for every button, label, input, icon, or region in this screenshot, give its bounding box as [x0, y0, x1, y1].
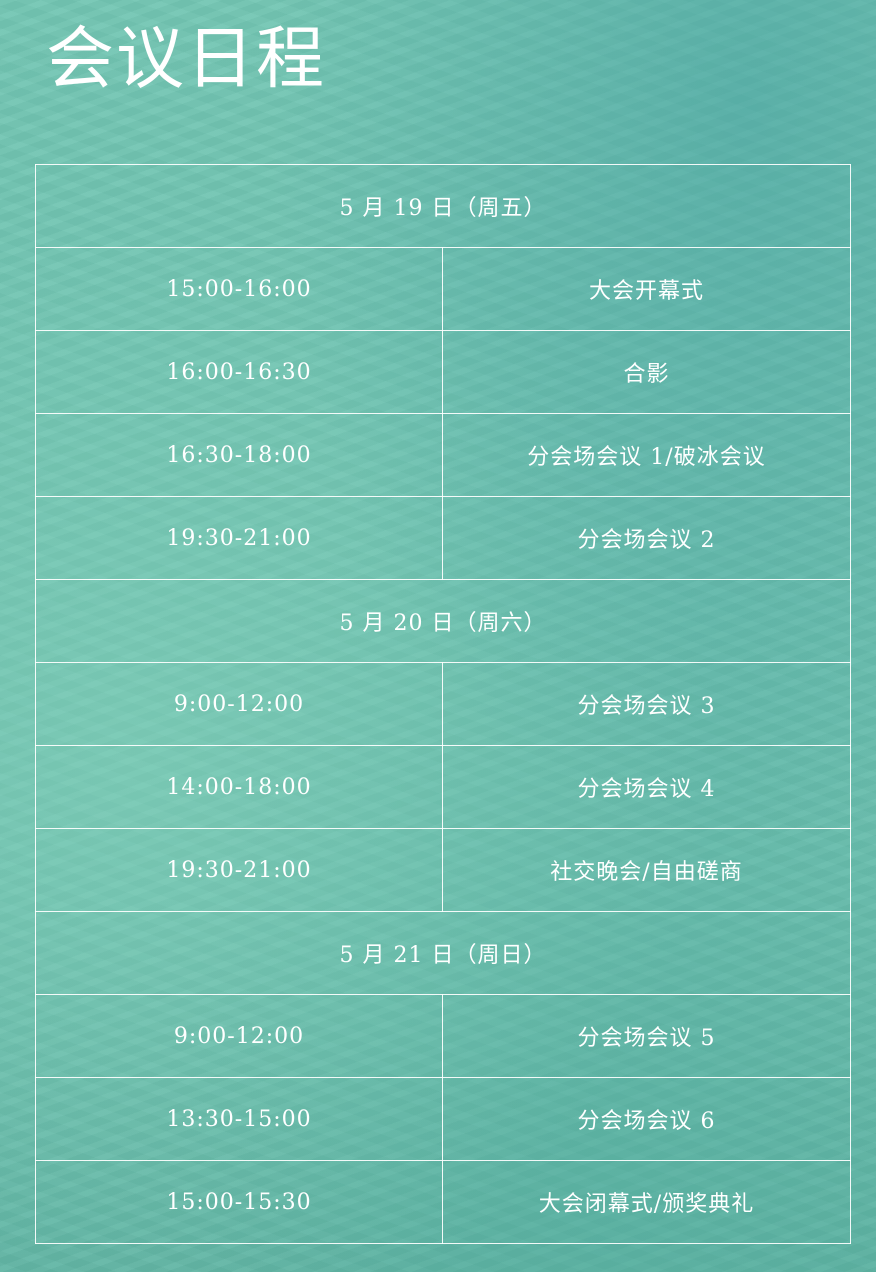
session-row: 16:00-16:30 合影	[35, 330, 852, 414]
session-time: 14:00-18:00	[35, 745, 443, 829]
session-row: 16:30-18:00 分会场会议 1/破冰会议	[35, 413, 852, 497]
session-time: 16:30-18:00	[35, 413, 443, 497]
session-time: 19:30-21:00	[35, 828, 443, 912]
session-time: 15:00-16:00	[35, 247, 443, 331]
session-row: 14:00-18:00 分会场会议 4	[35, 745, 852, 829]
session-row: 15:00-15:30 大会闭幕式/颁奖典礼	[35, 1160, 852, 1244]
session-row: 19:30-21:00 社交晚会/自由磋商	[35, 828, 852, 912]
day-header: 5 月 21 日（周日）	[34, 911, 852, 995]
session-row: 13:30-15:00 分会场会议 6	[35, 1077, 852, 1161]
session-event: 分会场会议 1/破冰会议	[441, 413, 852, 497]
session-event: 分会场会议 4	[441, 745, 852, 829]
session-row: 9:00-12:00 分会场会议 3	[35, 662, 852, 746]
session-time: 9:00-12:00	[35, 662, 443, 746]
session-event: 大会闭幕式/颁奖典礼	[441, 1160, 852, 1244]
session-time: 13:30-15:00	[35, 1077, 443, 1161]
day-header: 5 月 19 日（周五）	[34, 164, 852, 248]
session-time: 19:30-21:00	[35, 496, 443, 580]
day-header-row: 5 月 20 日（周六）	[34, 579, 852, 663]
page-title: 会议日程	[46, 20, 327, 99]
session-event: 分会场会议 5	[441, 994, 852, 1078]
session-event: 分会场会议 2	[441, 496, 852, 580]
day-header-row: 5 月 19 日（周五）	[34, 164, 852, 248]
day-header-row: 5 月 21 日（周日）	[34, 911, 852, 995]
session-time: 16:00-16:30	[35, 330, 443, 414]
session-time: 9:00-12:00	[35, 994, 443, 1078]
session-event: 合影	[441, 330, 852, 414]
schedule-table: 5 月 19 日（周五） 15:00-16:00 大会开幕式 16:00-16:…	[34, 164, 852, 1244]
session-row: 15:00-16:00 大会开幕式	[35, 247, 852, 331]
session-event: 大会开幕式	[441, 247, 852, 331]
day-header: 5 月 20 日（周六）	[34, 579, 852, 663]
session-row: 19:30-21:00 分会场会议 2	[35, 496, 852, 580]
session-row: 9:00-12:00 分会场会议 5	[35, 994, 852, 1078]
session-event: 分会场会议 3	[441, 662, 852, 746]
session-time: 15:00-15:30	[35, 1160, 443, 1244]
session-event: 社交晚会/自由磋商	[441, 828, 852, 912]
session-event: 分会场会议 6	[441, 1077, 852, 1161]
